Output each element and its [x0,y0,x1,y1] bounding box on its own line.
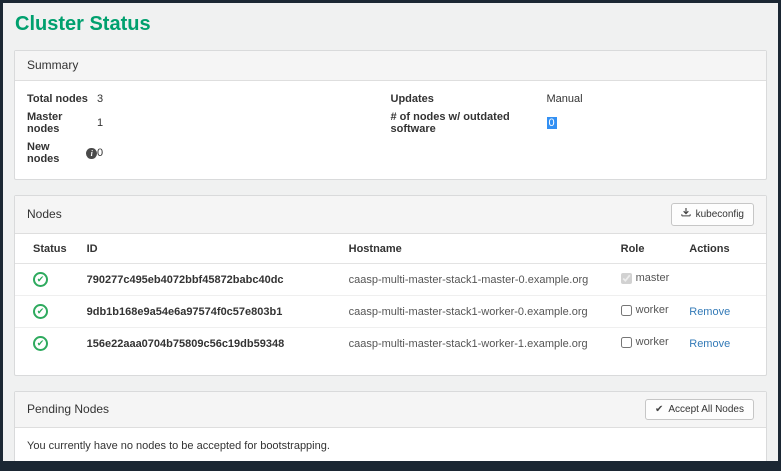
node-hostname: caasp-multi-master-stack1-worker-0.examp… [339,296,611,328]
pending-nodes-panel-header: Pending Nodes ✔ Accept All Nodes [15,392,766,428]
remove-node-link[interactable]: Remove [689,338,730,350]
field-label-text: Updates [391,93,434,105]
field-label-text: Master nodes [27,111,97,135]
summary-field-total-nodes: Total nodes 3 [27,93,391,105]
node-id: 156e22aaa0704b75809c56c19db59348 [77,328,339,360]
node-status-cell: ✔ [15,264,77,296]
node-hostname: caasp-multi-master-stack1-master-0.examp… [339,264,611,296]
field-value: 0 [97,147,103,159]
check-icon: ✔ [655,405,663,415]
nodes-table: Status ID Hostname Role Actions ✔ 790277… [15,234,766,359]
nodes-table-container: Status ID Hostname Role Actions ✔ 790277… [15,234,766,375]
field-value: 1 [97,117,103,129]
field-label: Updates [391,93,547,105]
status-ok-icon: ✔ [33,336,48,351]
nodes-panel-title: Nodes [27,207,62,222]
download-icon [681,208,691,221]
node-actions-cell: Remove [679,328,766,360]
info-icon[interactable]: i [86,148,97,159]
summary-panel-body: Total nodes 3 Master nodes 1 New nodes i… [15,81,766,179]
role-label: master [636,272,670,284]
column-header-status: Status [15,234,77,264]
field-value: Manual [547,93,583,105]
status-ok-icon: ✔ [33,272,48,287]
node-role-cell: worker [611,296,680,328]
role-worker-checkbox[interactable] [621,305,632,316]
field-label: # of nodes w/ outdated software [391,111,547,135]
summary-field-new-nodes: New nodes i 0 [27,141,391,165]
role-label: worker [636,336,669,348]
table-row: ✔ 9db1b168e9a54e6a97574f0c57e803b1 caasp… [15,296,766,328]
field-value: 3 [97,93,103,105]
summary-field-master-nodes: Master nodes 1 [27,111,391,135]
field-label: Total nodes [27,93,97,105]
nodes-table-header-row: Status ID Hostname Role Actions [15,234,766,264]
column-header-actions: Actions [679,234,766,264]
accept-all-nodes-button-label: Accept All Nodes [668,404,744,415]
role-worker-checkbox[interactable] [621,337,632,348]
pending-nodes-empty-message: You currently have no nodes to be accept… [15,428,766,461]
outdated-count-selected-value[interactable]: 0 [547,117,557,129]
node-role-cell: master [611,264,680,296]
node-hostname: caasp-multi-master-stack1-worker-1.examp… [339,328,611,360]
nodes-panel: Nodes kubeconfig Status ID Hostname Role… [14,195,767,376]
column-header-role: Role [611,234,680,264]
role-label: worker [636,304,669,316]
table-row: ✔ 156e22aaa0704b75809c56c19db59348 caasp… [15,328,766,360]
pending-nodes-panel-title: Pending Nodes [27,402,109,417]
field-label-text: Total nodes [27,93,88,105]
node-actions-cell: Remove [679,296,766,328]
summary-right-column: Updates Manual # of nodes w/ outdated so… [391,93,755,165]
node-status-cell: ✔ [15,296,77,328]
nodes-panel-header: Nodes kubeconfig [15,196,766,234]
field-label-text: # of nodes w/ outdated software [391,111,547,135]
pending-nodes-panel: Pending Nodes ✔ Accept All Nodes You cur… [14,391,767,461]
summary-field-outdated-software: # of nodes w/ outdated software 0 [391,111,755,135]
field-label-text: New nodes [27,141,82,165]
status-ok-icon: ✔ [33,304,48,319]
remove-node-link[interactable]: Remove [689,306,730,318]
summary-panel-title: Summary [27,58,78,73]
page-title: Cluster Status [15,13,778,36]
field-label: Master nodes [27,111,97,135]
summary-left-column: Total nodes 3 Master nodes 1 New nodes i… [27,93,391,165]
role-master-checkbox[interactable] [621,273,632,284]
field-label: New nodes i [27,141,97,165]
column-header-hostname: Hostname [339,234,611,264]
column-header-id: ID [77,234,339,264]
node-actions-cell [679,264,766,296]
summary-field-updates: Updates Manual [391,93,755,105]
node-status-cell: ✔ [15,328,77,360]
accept-all-nodes-button[interactable]: ✔ Accept All Nodes [645,399,754,420]
kubeconfig-button[interactable]: kubeconfig [671,203,754,226]
summary-panel: Summary Total nodes 3 Master nodes 1 [14,50,767,180]
node-role-cell: worker [611,328,680,360]
node-id: 790277c495eb4072bbf45872babc40dc [77,264,339,296]
kubeconfig-button-label: kubeconfig [696,209,744,220]
summary-panel-header: Summary [15,51,766,81]
cluster-status-page: Cluster Status Summary Total nodes 3 Mas… [3,3,778,461]
table-row: ✔ 790277c495eb4072bbf45872babc40dc caasp… [15,264,766,296]
node-id: 9db1b168e9a54e6a97574f0c57e803b1 [77,296,339,328]
